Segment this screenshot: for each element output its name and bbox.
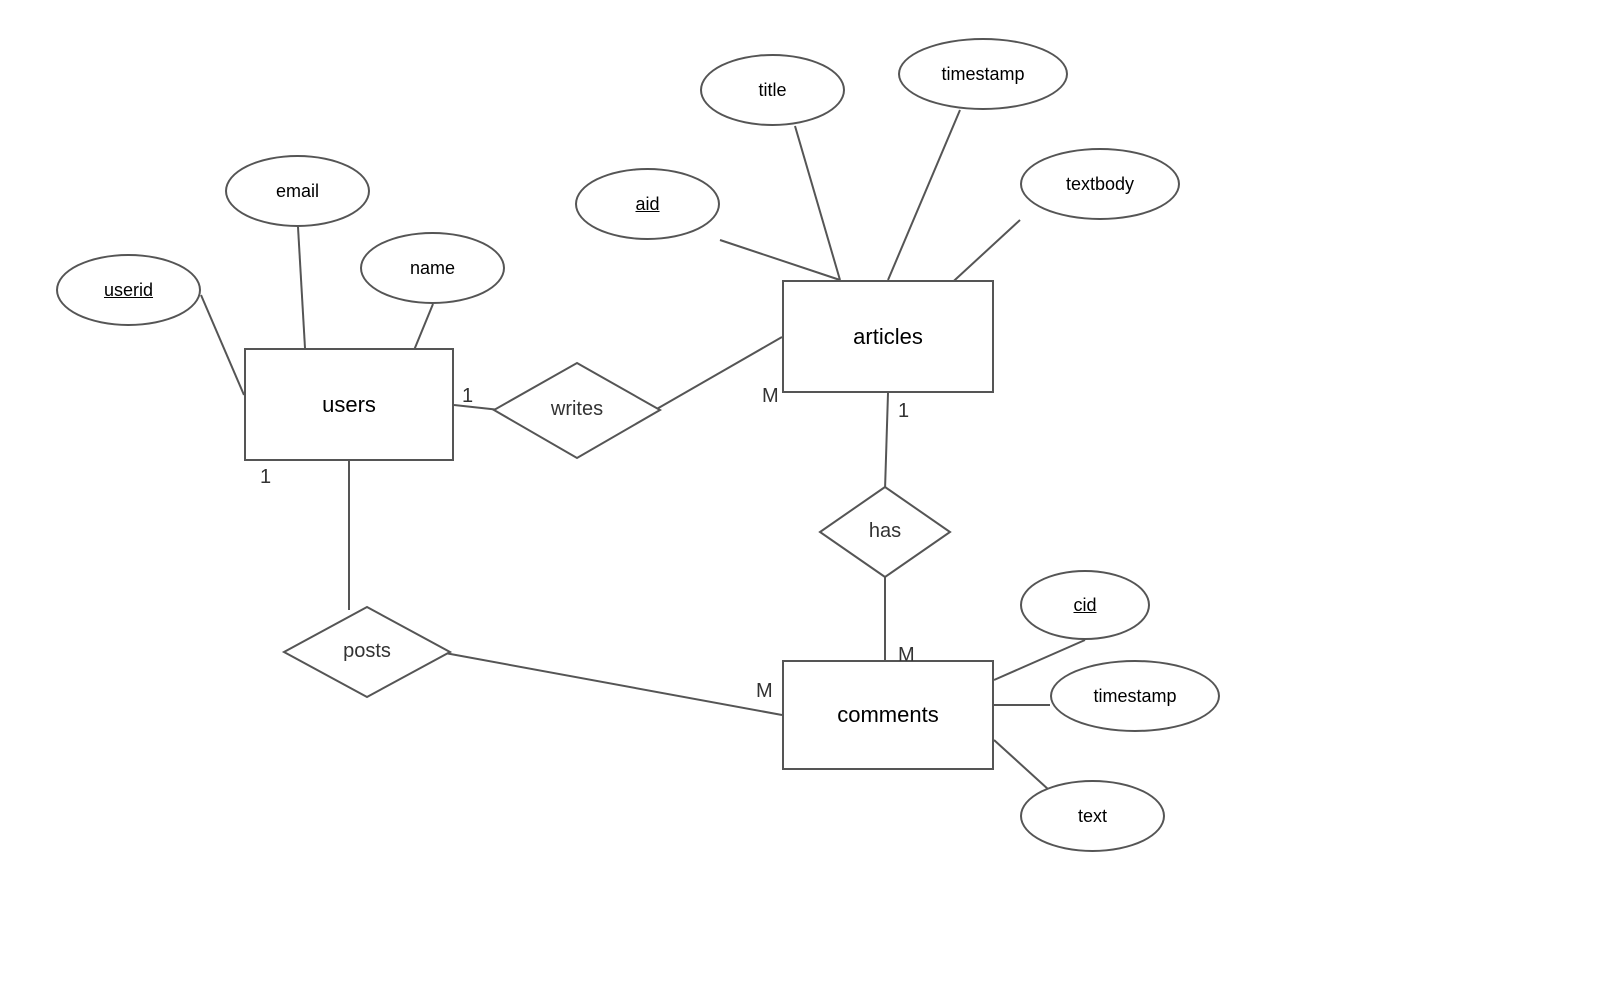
attr-cid: cid — [1020, 570, 1150, 640]
attr-textbody: textbody — [1020, 148, 1180, 220]
attr-userid-label: userid — [104, 280, 153, 301]
entity-articles: articles — [782, 280, 994, 393]
entity-users: users — [244, 348, 454, 461]
attr-name-label: name — [410, 258, 455, 279]
attr-timestamp-c-label: timestamp — [1093, 686, 1176, 707]
entity-users-label: users — [322, 392, 376, 418]
attr-name: name — [360, 232, 505, 304]
cardinality-1-posts: 1 — [260, 466, 271, 489]
rel-writes-svg: writes — [490, 358, 665, 463]
attr-userid: userid — [56, 254, 201, 326]
attr-text: text — [1020, 780, 1165, 852]
attr-email: email — [225, 155, 370, 227]
connections-svg — [0, 0, 1600, 994]
attr-cid-label: cid — [1073, 595, 1096, 616]
attr-aid: aid — [575, 168, 720, 240]
attr-timestamp-c: timestamp — [1050, 660, 1220, 732]
attr-timestamp-a-label: timestamp — [941, 64, 1024, 85]
entity-articles-label: articles — [853, 324, 923, 350]
rel-posts-svg: posts — [280, 602, 455, 702]
cardinality-1-writes: 1 — [462, 385, 473, 408]
rel-has-svg: has — [815, 482, 955, 582]
cardinality-m-writes: M — [762, 385, 779, 408]
attr-text-label: text — [1078, 806, 1107, 827]
entity-comments: comments — [782, 660, 994, 770]
attr-title-label: title — [758, 80, 786, 101]
er-diagram: users articles comments userid email nam… — [0, 0, 1600, 994]
svg-text:writes: writes — [550, 398, 603, 420]
svg-text:posts: posts — [343, 640, 391, 662]
attr-textbody-label: textbody — [1066, 174, 1134, 195]
cardinality-1-has: 1 — [898, 400, 909, 423]
attr-aid-label: aid — [635, 194, 659, 215]
attr-email-label: email — [276, 181, 319, 202]
cardinality-m-has: M — [898, 644, 915, 667]
svg-text:has: has — [869, 520, 901, 542]
attr-timestamp-a: timestamp — [898, 38, 1068, 110]
cardinality-m-posts: M — [756, 680, 773, 703]
attr-title: title — [700, 54, 845, 126]
entity-comments-label: comments — [837, 702, 938, 728]
